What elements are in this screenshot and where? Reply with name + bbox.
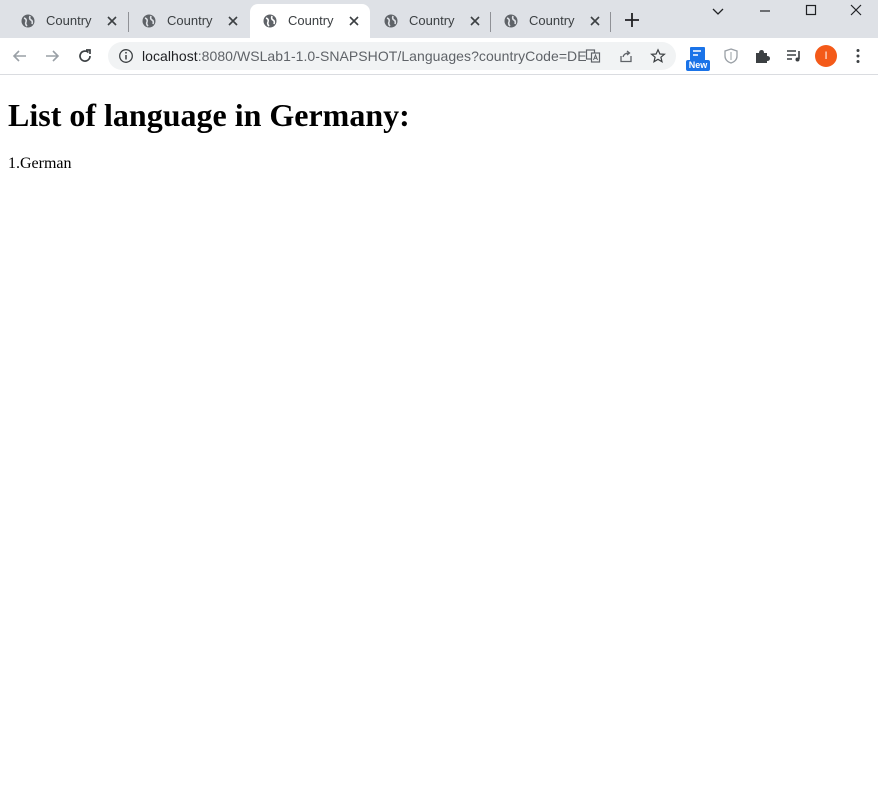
tab-title: Country	[167, 13, 213, 28]
close-icon[interactable]	[467, 13, 483, 29]
tab-country-3[interactable]: Country	[250, 4, 370, 38]
puzzle-icon[interactable]	[752, 46, 772, 66]
url-text[interactable]: localhost:8080/WSLab1-1.0-SNAPSHOT/Langu…	[142, 48, 587, 64]
plus-icon[interactable]	[622, 10, 642, 30]
tab-strip: Country Country Country Country Country	[0, 0, 878, 38]
info-icon[interactable]	[118, 48, 134, 64]
tab-country-2[interactable]: Country	[129, 4, 249, 38]
page-content: List of language in Germany: 1.German	[0, 75, 878, 797]
kebab-menu-icon[interactable]	[848, 46, 868, 66]
tab-country-4[interactable]: Country	[371, 4, 491, 38]
close-icon[interactable]	[346, 13, 362, 29]
page-title: List of language in Germany:	[8, 97, 410, 133]
tab-title: Country	[409, 13, 455, 28]
back-arrow-icon[interactable]	[10, 46, 30, 66]
new-badge-label: New	[688, 60, 708, 70]
window-close-icon[interactable]	[844, 2, 868, 22]
close-icon[interactable]	[225, 13, 241, 29]
forward-arrow-icon[interactable]	[42, 46, 62, 66]
shield-icon[interactable]	[721, 46, 741, 66]
tab-title: Country	[46, 13, 92, 28]
reload-icon[interactable]	[75, 46, 95, 66]
globe-icon	[384, 14, 398, 28]
tab-title: Country	[288, 13, 334, 28]
translate-icon[interactable]	[585, 48, 601, 64]
share-icon[interactable]	[618, 48, 634, 64]
media-playlist-icon[interactable]	[784, 46, 804, 66]
extension-new-badge[interactable]: New	[686, 47, 710, 71]
globe-icon	[263, 14, 277, 28]
close-icon[interactable]	[587, 13, 603, 29]
address-bar[interactable]: localhost:8080/WSLab1-1.0-SNAPSHOT/Langu…	[108, 42, 676, 70]
tab-title: Country	[529, 13, 575, 28]
globe-icon	[142, 14, 156, 28]
tab-separator	[610, 12, 611, 32]
star-icon[interactable]	[650, 48, 666, 64]
language-list-item: 1.German	[8, 155, 72, 172]
minimize-icon[interactable]	[753, 2, 777, 22]
tab-country-1[interactable]: Country	[8, 4, 128, 38]
profile-avatar[interactable]: I	[815, 45, 837, 67]
browser-toolbar: localhost:8080/WSLab1-1.0-SNAPSHOT/Langu…	[0, 38, 878, 75]
maximize-icon[interactable]	[799, 2, 823, 22]
globe-icon	[504, 14, 518, 28]
url-host: localhost	[142, 48, 198, 64]
url-path: :8080/WSLab1-1.0-SNAPSHOT/Languages?coun…	[197, 48, 587, 64]
tab-country-5[interactable]: Country	[491, 4, 611, 38]
chevron-down-icon[interactable]	[706, 2, 730, 22]
close-icon[interactable]	[104, 13, 120, 29]
globe-icon	[21, 14, 35, 28]
